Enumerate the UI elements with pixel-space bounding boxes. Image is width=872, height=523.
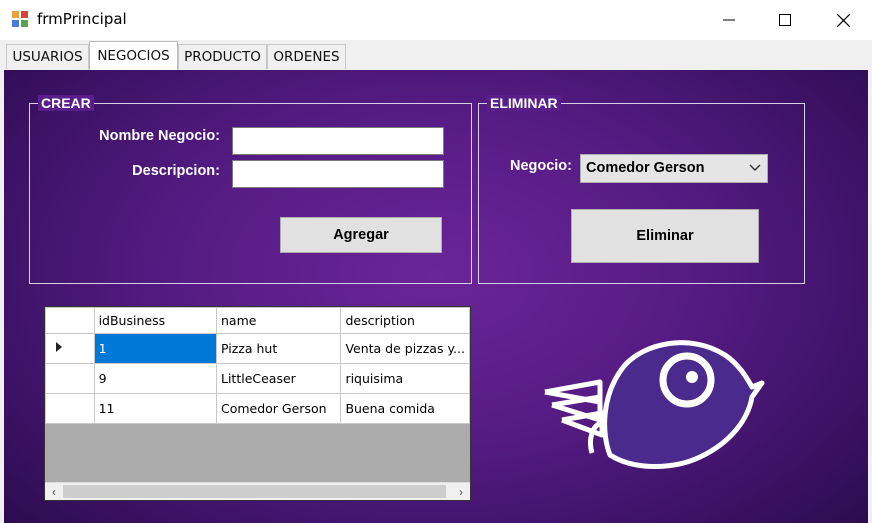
tab-usuarios[interactable]: USUARIOS [6,44,89,69]
maximize-button[interactable] [756,0,814,40]
scroll-right-icon[interactable]: › [452,483,470,501]
table-cell[interactable]: LittleCeaser [215,363,342,394]
table-row[interactable]: 11 Comedor Gerson Buena comida [45,393,470,424]
tab-producto[interactable]: PRODUCTO [178,44,267,69]
row-pointer-icon [56,342,62,352]
grid-header-row: idBusiness name description [45,307,470,334]
table-row[interactable]: 9 LittleCeaser riquisima [45,363,470,394]
crear-group-title: CREAR [38,95,94,111]
table-row[interactable]: 1 Pizza hut Venta de pizzas y... [45,333,470,364]
negocio-label: Negocio: [509,158,572,174]
descripcion-input[interactable] [232,160,444,188]
negocio-selected-value: Comedor Gerson [586,160,705,176]
row-header[interactable] [45,393,95,424]
scrollbar-thumb[interactable] [63,485,446,498]
column-header[interactable]: description [340,307,470,334]
table-cell[interactable]: Venta de pizzas y... [340,333,470,364]
row-header[interactable] [45,363,95,394]
scroll-left-icon[interactable]: ‹ [45,483,63,501]
table-cell[interactable]: 9 [93,363,217,394]
negocio-select[interactable]: Comedor Gerson [580,154,768,183]
table-cell[interactable]: 1 [93,333,217,364]
minimize-icon [723,19,735,21]
minimize-button[interactable] [700,0,758,40]
row-header[interactable] [45,333,95,364]
table-cell[interactable]: 11 [93,393,217,424]
table-cell[interactable]: riquisima [340,363,470,394]
close-button[interactable] [814,0,872,40]
agregar-button[interactable]: Agregar [280,217,442,253]
tab-strip: USUARIOS NEGOCIOS PRODUCTO ORDENES [0,40,872,70]
tab-ordenes[interactable]: ORDENES [267,44,346,69]
horizontal-scrollbar[interactable]: ‹ › [45,482,470,500]
table-cell[interactable]: Comedor Gerson [215,393,342,424]
close-icon [836,13,850,27]
eliminar-button[interactable]: Eliminar [571,209,759,263]
table-cell[interactable]: Pizza hut [215,333,342,364]
grid-corner-header [45,307,95,334]
business-grid[interactable]: idBusiness name description 1 Pizza hut … [44,306,471,501]
app-icon [12,11,28,27]
nombre-negocio-input[interactable] [232,127,444,155]
tab-negocios[interactable]: NEGOCIOS [89,41,178,70]
chevron-down-icon [749,164,761,171]
table-cell[interactable]: Buena comida [340,393,470,424]
descripcion-label: Descripcion: [132,163,220,179]
bird-logo [544,340,765,469]
eliminar-group-title: ELIMINAR [487,95,561,111]
column-header[interactable]: idBusiness [93,307,217,334]
maximize-icon [779,14,791,26]
column-header[interactable]: name [215,307,342,334]
title-bar: frmPrincipal [0,0,872,40]
window-title: frmPrincipal [37,10,127,28]
nombre-negocio-label: Nombre Negocio: [99,128,220,144]
